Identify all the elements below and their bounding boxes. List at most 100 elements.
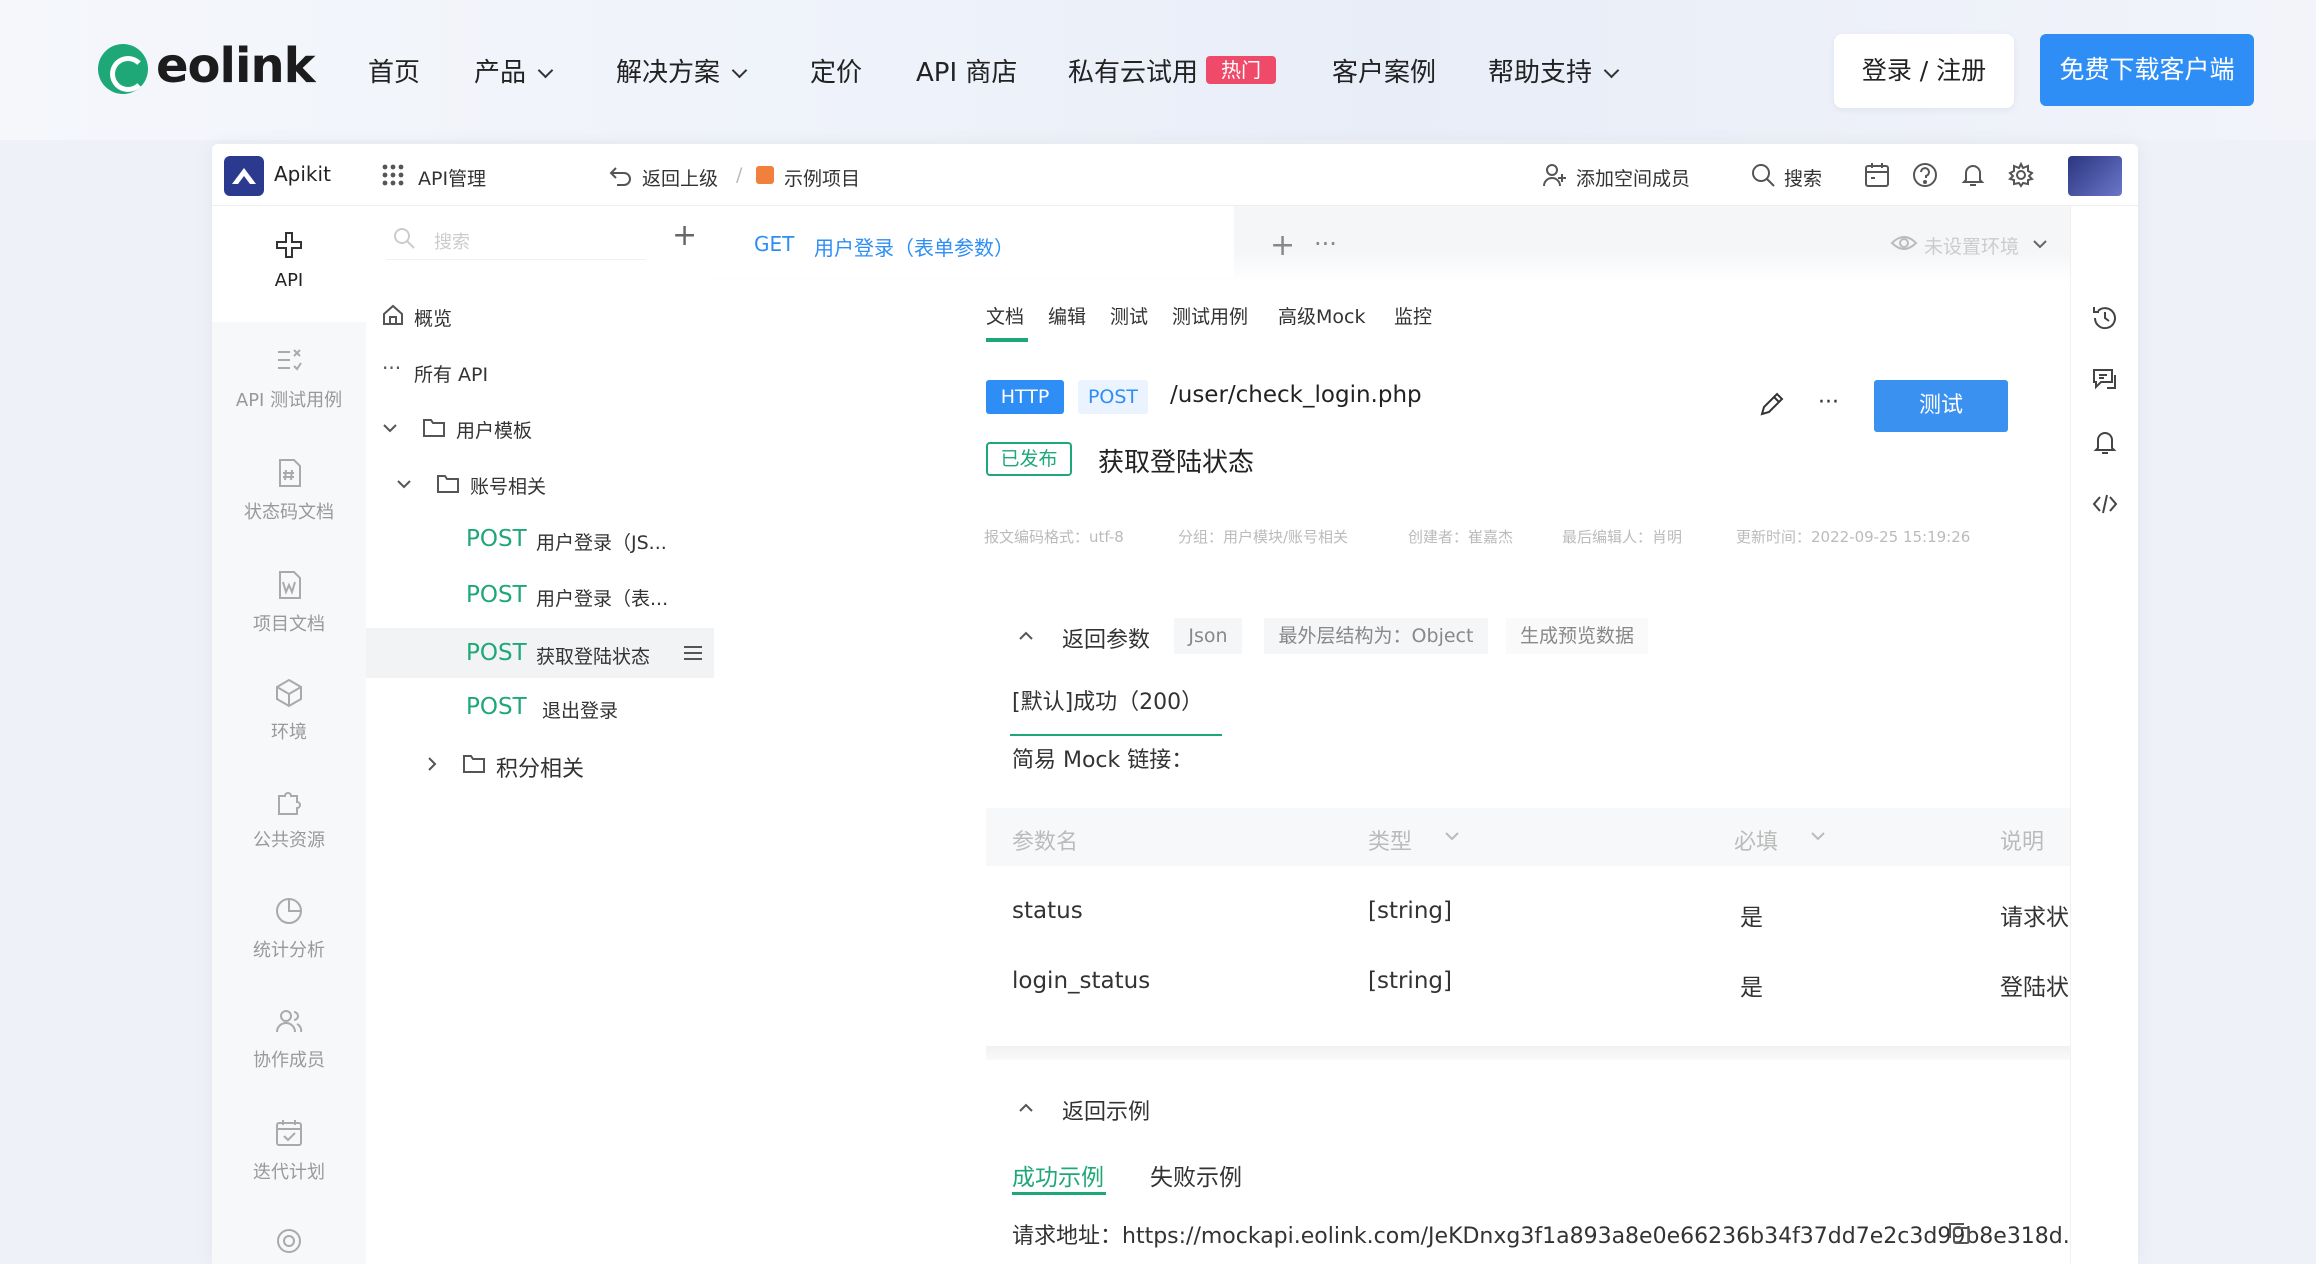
method-badge: POST <box>1078 380 1148 414</box>
tree-item-all-api[interactable]: ··· 所有 API <box>366 350 714 394</box>
search-button[interactable]: 搜索 <box>1784 164 1822 191</box>
subtab-testcases[interactable]: 测试用例 <box>1172 302 1248 329</box>
undo-back-icon[interactable] <box>608 162 634 188</box>
tree-group-account[interactable]: 账号相关 <box>366 462 714 506</box>
add-api-button[interactable]: + <box>672 218 697 253</box>
chevron-down-icon[interactable] <box>1808 826 1828 846</box>
subtab-monitor[interactable]: 监控 <box>1394 302 1432 329</box>
mock-link-label: 简易 Mock 链接： <box>1012 748 1194 773</box>
nav-products[interactable]: 产品 <box>474 52 554 89</box>
more-actions-icon[interactable]: ··· <box>1818 390 1839 415</box>
nav-home[interactable]: 首页 <box>368 52 420 89</box>
nav-help[interactable]: 帮助支持 <box>1488 52 1620 89</box>
nav-api-store[interactable]: API 商店 <box>916 52 1017 89</box>
api-name: 获取登陆状态 <box>536 646 651 668</box>
project-breadcrumb[interactable]: 示例项目 <box>784 164 860 191</box>
nav-customer-cases[interactable]: 客户案例 <box>1332 52 1436 89</box>
code-icon[interactable] <box>2091 490 2119 518</box>
meta-group: 分组：用户模块/账号相关 <box>1178 528 1349 546</box>
chevron-up-icon[interactable] <box>1016 626 1036 646</box>
grid-menu-icon[interactable] <box>380 162 406 188</box>
tree-search[interactable]: 搜索 <box>386 220 646 260</box>
subtab-mock[interactable]: 高级Mock <box>1278 302 1365 329</box>
env-selector[interactable]: 未设置环境 <box>1924 232 2019 259</box>
tree-item-overview[interactable]: 概览 <box>366 294 714 338</box>
tree-api-item[interactable]: POST 用户登录（表... <box>366 574 714 618</box>
rail-item-iteration-plan[interactable]: 迭代计划 <box>212 1118 366 1184</box>
search-icon[interactable] <box>1750 162 1776 188</box>
edit-pencil-icon[interactable] <box>1758 390 1786 418</box>
help-icon[interactable] <box>1912 162 1938 188</box>
format-tag[interactable]: Json <box>1174 618 1242 654</box>
meta-encoding: 报文编码格式：utf-8 <box>984 528 1124 546</box>
rail-settings-icon[interactable] <box>274 1226 304 1256</box>
back-link[interactable]: 返回上级 <box>642 164 718 191</box>
avatar[interactable] <box>2068 156 2122 196</box>
rail-item-project-docs[interactable]: 项目文档 <box>212 570 366 636</box>
chevron-down-icon[interactable] <box>1442 826 1462 846</box>
eolink-logo-icon[interactable] <box>98 44 148 94</box>
comment-icon[interactable] <box>2091 366 2119 394</box>
nav-private-cloud[interactable]: 私有云试用 <box>1068 52 1198 89</box>
rail-item-api-testcases[interactable]: API 测试用例 <box>212 346 366 412</box>
settings-gear-icon[interactable] <box>2008 161 2034 188</box>
response-default-tab[interactable]: [默认]成功（200） <box>1012 684 1203 716</box>
tree-api-item[interactable]: POST 用户登录（JS... <box>366 518 714 562</box>
rail-item-api[interactable]: API <box>212 230 366 291</box>
rail-item-analytics[interactable]: 统计分析 <box>212 896 366 962</box>
app-header: Apikit API管理 返回上级 / 示例项目 添加空间成员 搜索 <box>212 144 2138 206</box>
col-header-required: 必填 <box>1734 830 1779 855</box>
chevron-down-icon <box>383 424 397 433</box>
param-name: status <box>1012 898 1083 924</box>
add-member-button[interactable]: 添加空间成员 <box>1576 164 1690 191</box>
tree-item-label: 账号相关 <box>470 476 547 498</box>
bell-icon[interactable] <box>1960 162 1986 188</box>
chevron-up-icon[interactable] <box>1016 1098 1036 1118</box>
tab-title: 用户登录（表单参数） <box>814 236 1014 260</box>
chevron-down-icon <box>537 62 554 79</box>
copy-icon[interactable] <box>1946 1220 1972 1246</box>
tab-active[interactable]: GET 用户登录（表单参数） <box>714 206 1234 276</box>
module-title[interactable]: API管理 <box>418 164 486 191</box>
tab-success-example[interactable]: 成功示例 <box>1012 1158 1104 1192</box>
add-tab-button[interactable]: + <box>1270 228 1295 263</box>
table-scrollbar[interactable] <box>986 1046 2138 1060</box>
structure-tag[interactable]: 最外层结构为：Object <box>1264 618 1488 654</box>
apikit-logo-icon[interactable] <box>224 156 264 196</box>
rail-item-public-resources[interactable]: 公共资源 <box>212 786 366 852</box>
tree-group-user-template[interactable]: 用户模板 <box>366 406 714 450</box>
tree-group-points[interactable]: 积分相关 <box>366 742 714 786</box>
rail-item-environment[interactable]: 环境 <box>212 678 366 744</box>
app-name[interactable]: Apikit <box>274 162 331 186</box>
chevron-down-icon[interactable] <box>2030 234 2050 254</box>
nav-solutions[interactable]: 解决方案 <box>616 52 748 89</box>
request-url: 请求地址：https://mockapi.eolink.com/JeKDnxg3… <box>1012 1224 2084 1249</box>
folder-icon <box>423 419 445 437</box>
tree-api-item[interactable]: POST 退出登录 <box>366 686 714 730</box>
tree-api-item-active[interactable]: POST 获取登陆状态 <box>366 628 714 678</box>
chevron-down-icon <box>397 480 411 489</box>
add-user-icon[interactable] <box>1542 162 1568 188</box>
api-path: /user/check_login.php <box>1170 382 1422 408</box>
login-register-button[interactable]: 登录 / 注册 <box>1834 34 2014 108</box>
subtab-test[interactable]: 测试 <box>1110 302 1148 329</box>
history-icon[interactable] <box>2091 304 2119 332</box>
subtab-edit[interactable]: 编辑 <box>1048 302 1086 329</box>
nav-pricing[interactable]: 定价 <box>810 52 862 89</box>
brand-name[interactable]: eolink <box>156 38 316 94</box>
bell-icon[interactable] <box>2091 428 2119 456</box>
tab-failure-example[interactable]: 失败示例 <box>1150 1158 1242 1192</box>
subtab-doc[interactable]: 文档 <box>986 302 1024 329</box>
download-client-button[interactable]: 免费下载客户端 <box>2040 34 2254 106</box>
api-tab-bar: GET 用户登录（表单参数） + ··· 未设置环境 <box>714 206 2070 282</box>
calendar-icon[interactable] <box>1864 162 1890 188</box>
test-button[interactable]: 测试 <box>1874 380 2008 432</box>
rail-item-members[interactable]: 协作成员 <box>212 1006 366 1072</box>
menu-icon[interactable] <box>682 642 704 664</box>
table-row[interactable]: status [string] 是 请求状态 <box>986 878 2138 946</box>
rail-item-status-codes[interactable]: 状态码文档 <box>212 458 366 524</box>
more-tabs-icon[interactable]: ··· <box>1314 230 1337 258</box>
puzzle-icon <box>278 792 301 815</box>
table-row[interactable]: login_status [string] 是 登陆状态 <box>986 948 2138 1016</box>
generate-preview-button[interactable]: 生成预览数据 <box>1506 618 1648 654</box>
